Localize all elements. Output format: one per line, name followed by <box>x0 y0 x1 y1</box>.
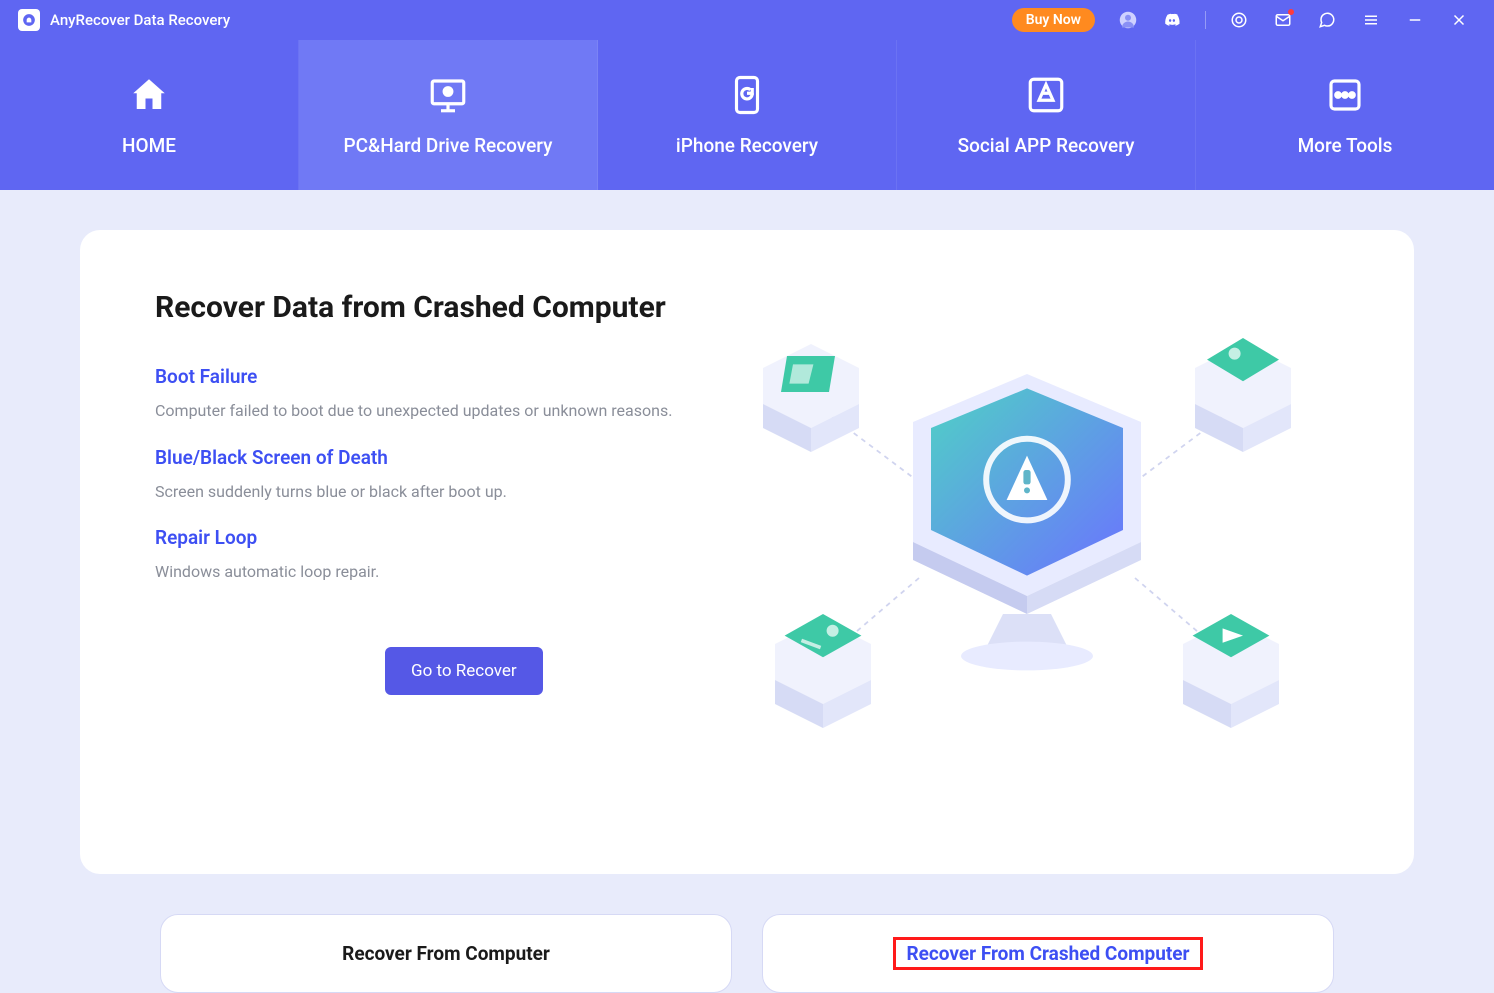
tab-iphone-recovery[interactable]: iPhone Recovery <box>598 40 897 190</box>
go-to-recover-button[interactable]: Go to Recover <box>385 647 543 695</box>
section-desc: Windows automatic loop repair. <box>155 559 715 585</box>
tab-social-recovery[interactable]: Social APP Recovery <box>897 40 1196 190</box>
section-desc: Screen suddenly turns blue or black afte… <box>155 479 715 505</box>
separator <box>1205 11 1206 29</box>
section-boot-failure: Boot Failure Computer failed to boot due… <box>155 365 715 446</box>
section-bsod: Blue/Black Screen of Death Screen sudden… <box>155 446 715 527</box>
titlebar: AnyRecover Data Recovery Buy Now <box>0 0 1494 40</box>
app-store-icon <box>1025 74 1067 116</box>
tab-label: iPhone Recovery <box>676 134 818 157</box>
highlighted-label: Recover From Crashed Computer <box>893 937 1202 970</box>
buy-now-button[interactable]: Buy Now <box>1012 8 1095 32</box>
phone-refresh-icon <box>726 74 768 116</box>
tab-pc-recovery[interactable]: PC&Hard Drive Recovery <box>299 40 598 190</box>
app-title: AnyRecover Data Recovery <box>50 11 230 29</box>
discord-icon[interactable] <box>1159 7 1185 33</box>
notification-dot <box>1288 9 1294 15</box>
section-desc: Computer failed to boot due to unexpecte… <box>155 398 715 424</box>
tab-more-tools[interactable]: More Tools <box>1196 40 1494 190</box>
minimize-icon[interactable] <box>1402 7 1428 33</box>
bottom-button-row: Recover From Computer Recover From Crash… <box>80 874 1414 993</box>
section-heading[interactable]: Repair Loop <box>155 526 715 549</box>
card-text-column: Recover Data from Crashed Computer Boot … <box>155 290 715 824</box>
button-label: Recover From Computer <box>342 942 550 965</box>
illustration <box>715 290 1339 824</box>
main-nav: HOME PC&Hard Drive Recovery iPhone Recov… <box>0 40 1494 190</box>
user-avatar-icon[interactable] <box>1115 7 1141 33</box>
tab-label: PC&Hard Drive Recovery <box>344 134 553 157</box>
mail-icon[interactable] <box>1270 7 1296 33</box>
chat-icon[interactable] <box>1314 7 1340 33</box>
app-logo <box>18 9 40 31</box>
tab-label: HOME <box>122 134 176 157</box>
more-icon <box>1324 74 1366 116</box>
recover-from-computer-button[interactable]: Recover From Computer <box>160 914 732 993</box>
recover-from-crashed-computer-button[interactable]: Recover From Crashed Computer <box>762 914 1334 993</box>
tab-label: More Tools <box>1298 134 1393 157</box>
section-repair-loop: Repair Loop Windows automatic loop repai… <box>155 526 715 607</box>
target-icon[interactable] <box>1226 7 1252 33</box>
section-heading[interactable]: Blue/Black Screen of Death <box>155 446 715 469</box>
close-icon[interactable] <box>1446 7 1472 33</box>
card-title: Recover Data from Crashed Computer <box>155 290 715 325</box>
tab-home[interactable]: HOME <box>0 40 299 190</box>
tab-label: Social APP Recovery <box>958 134 1135 157</box>
content-area: Recover Data from Crashed Computer Boot … <box>0 190 1494 993</box>
section-heading[interactable]: Boot Failure <box>155 365 715 388</box>
crashed-computer-illustration <box>715 290 1339 794</box>
monitor-icon <box>427 74 469 116</box>
menu-icon[interactable] <box>1358 7 1384 33</box>
home-icon <box>128 74 170 116</box>
main-card: Recover Data from Crashed Computer Boot … <box>80 230 1414 874</box>
